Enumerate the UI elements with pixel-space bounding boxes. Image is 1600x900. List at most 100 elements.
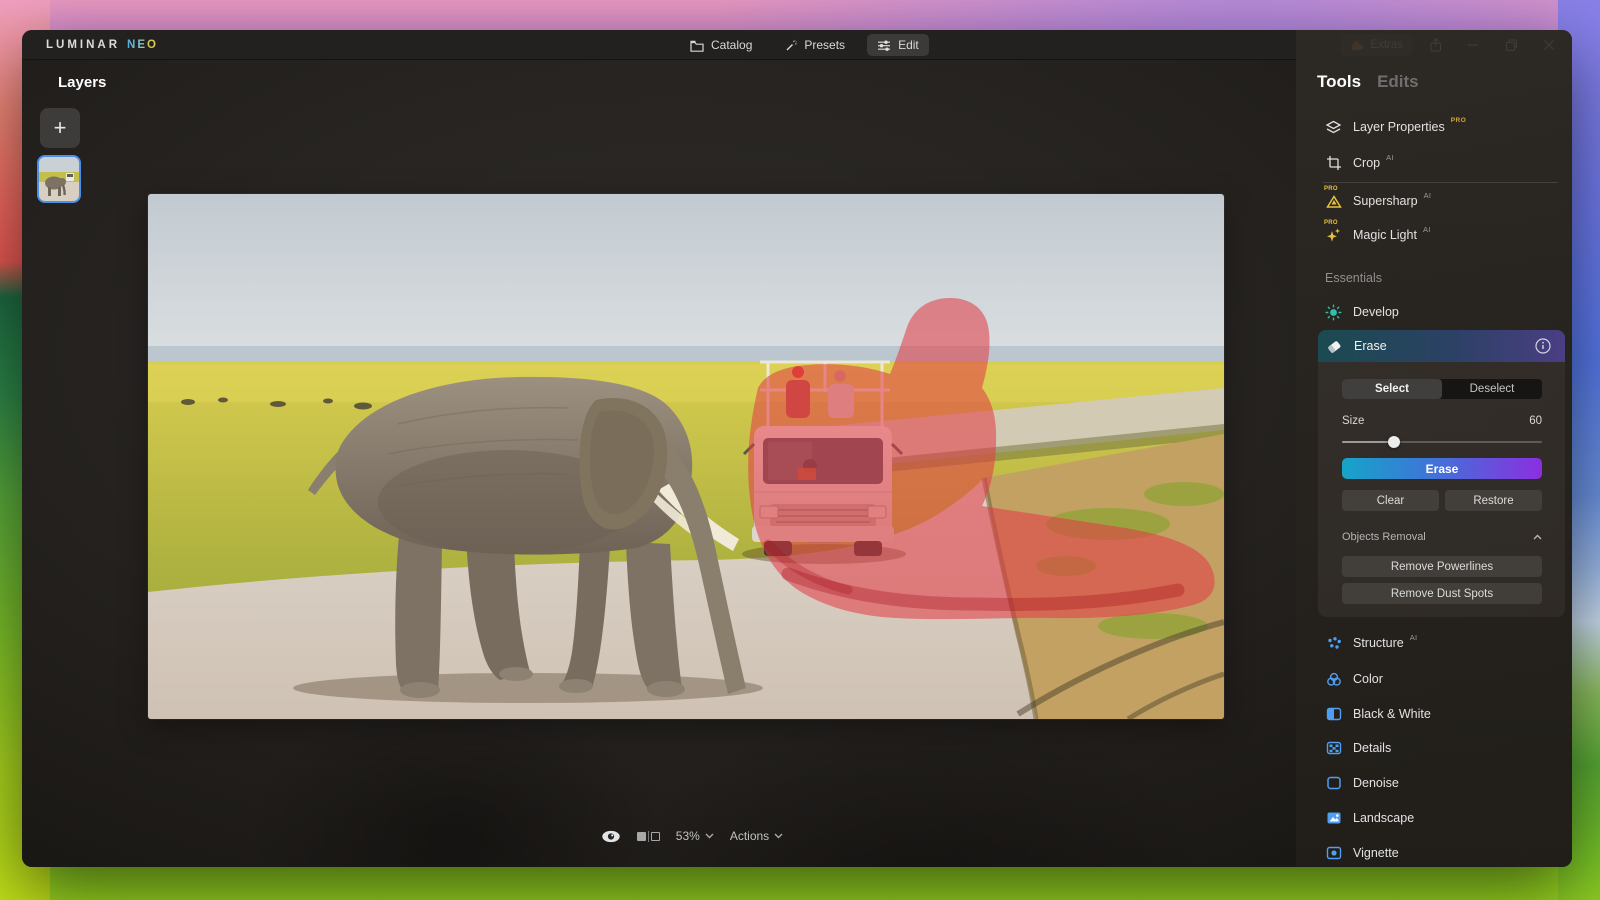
erase-tool-panel: Erase Select Deselect Size 60 Erase: [1318, 330, 1565, 617]
tab-label: Presets: [804, 38, 845, 52]
app-logo: LUMINAR NEO: [46, 39, 158, 51]
ai-superscript: AI: [1423, 225, 1431, 234]
sidebar-divider: [1323, 182, 1558, 183]
tab-label: Catalog: [711, 38, 752, 52]
compare-toggle[interactable]: [637, 831, 660, 842]
color-icon: [1325, 671, 1342, 688]
size-label: Size: [1342, 415, 1364, 427]
remove-dust-spots-label: Remove Dust Spots: [1391, 588, 1493, 600]
tab-edits[interactable]: Edits: [1377, 72, 1419, 92]
tab-edit[interactable]: Edit: [867, 34, 929, 56]
essentials-section-label: Essentials: [1325, 271, 1382, 285]
slider-handle[interactable]: [1388, 436, 1400, 448]
app-window: LUMINAR NEO Catalog Presets Edit: [22, 30, 1572, 867]
pro-mini-badge: PRO: [1324, 220, 1338, 226]
folder-icon: [690, 39, 704, 52]
sidebar-item-magic-light[interactable]: PRO Magic Light AI: [1325, 222, 1431, 248]
clear-restore-row: Clear Restore: [1342, 490, 1542, 511]
crop-icon: [1325, 155, 1342, 172]
actions-label: Actions: [730, 829, 769, 843]
develop-sun-icon: [1325, 304, 1342, 321]
sidebar-item-landscape[interactable]: Landscape: [1325, 805, 1414, 831]
sidebar-item-layer-properties[interactable]: Layer Properties PRO: [1325, 114, 1466, 140]
tool-label: Magic Light: [1353, 228, 1417, 242]
layers-icon: [1325, 119, 1342, 136]
layers-panel-title: Layers: [58, 74, 106, 91]
supersharp-icon: PRO: [1325, 193, 1342, 210]
restore-button[interactable]: Restore: [1445, 490, 1542, 511]
pro-mini-badge: PRO: [1324, 186, 1338, 192]
erase-button-label: Erase: [1426, 462, 1459, 476]
logo-text: LUMINAR: [46, 39, 120, 51]
tool-label: Landscape: [1353, 811, 1414, 825]
tool-label: Black & White: [1353, 707, 1431, 721]
tool-label: Vignette: [1353, 846, 1399, 860]
preview-toggle[interactable]: [601, 830, 621, 843]
sidebar-item-black-white[interactable]: Black & White: [1325, 701, 1431, 727]
sidebar-item-structure[interactable]: Structure AI: [1325, 630, 1417, 656]
remove-powerlines-button[interactable]: Remove Powerlines: [1342, 556, 1542, 577]
landscape-icon: [1325, 810, 1342, 827]
eraser-icon: [1325, 338, 1342, 355]
tool-label: Denoise: [1353, 776, 1399, 790]
chevron-down-icon: [774, 833, 783, 839]
chevron-down-icon: [705, 833, 714, 839]
tab-tools[interactable]: Tools: [1317, 72, 1361, 92]
ai-superscript: AI: [1410, 633, 1418, 642]
clear-label: Clear: [1377, 495, 1404, 507]
slider-fill: [1342, 441, 1394, 443]
erase-tool-header[interactable]: Erase: [1318, 330, 1565, 362]
compare-right-icon: [651, 832, 660, 841]
sidebar-item-color[interactable]: Color: [1325, 666, 1383, 692]
select-mode-button[interactable]: Select: [1342, 379, 1442, 399]
layer-thumbnail[interactable]: [37, 155, 81, 203]
compare-left-icon: [637, 832, 646, 841]
sidebar-item-develop[interactable]: Develop: [1325, 299, 1399, 325]
erase-title: Erase: [1354, 339, 1387, 353]
tool-label: Develop: [1353, 305, 1399, 319]
wand-icon: [784, 39, 797, 52]
ai-superscript: AI: [1424, 191, 1432, 200]
remove-powerlines-label: Remove Powerlines: [1391, 561, 1493, 573]
eye-icon: [601, 830, 621, 843]
sidebar-tabs: Tools Edits: [1317, 72, 1419, 92]
mask-mode-segmented: Select Deselect: [1342, 379, 1542, 399]
objects-removal-header[interactable]: Objects Removal: [1342, 531, 1542, 543]
tab-catalog[interactable]: Catalog: [680, 34, 762, 56]
ai-superscript: AI: [1386, 153, 1394, 162]
sidebar-item-denoise[interactable]: Denoise: [1325, 770, 1399, 796]
objects-removal-label: Objects Removal: [1342, 531, 1426, 543]
logo-suffix: NEO: [127, 39, 158, 51]
photo-canvas[interactable]: [148, 194, 1224, 719]
tool-label: Crop: [1353, 156, 1380, 170]
sidebar-item-crop[interactable]: Crop AI: [1325, 150, 1394, 176]
info-icon[interactable]: [1535, 338, 1551, 354]
add-layer-button[interactable]: +: [40, 108, 80, 148]
remove-dust-spots-button[interactable]: Remove Dust Spots: [1342, 583, 1542, 604]
plus-icon: +: [54, 115, 67, 141]
compare-divider-icon: [648, 831, 649, 842]
restore-label: Restore: [1473, 495, 1513, 507]
tab-presets[interactable]: Presets: [774, 34, 855, 56]
actions-dropdown[interactable]: Actions: [730, 829, 783, 843]
pro-badge: PRO: [1451, 117, 1467, 124]
zoom-value: 53%: [676, 829, 700, 843]
view-tabs: Catalog Presets Edit: [680, 34, 929, 56]
tools-sidebar: Tools Edits Layer Properties PRO Crop AI…: [1296, 30, 1572, 867]
sidebar-item-supersharp[interactable]: PRO Supersharp AI: [1325, 188, 1431, 214]
sidebar-item-details[interactable]: Details: [1325, 735, 1391, 761]
magic-light-icon: PRO: [1325, 227, 1342, 244]
sidebar-item-vignette[interactable]: Vignette: [1325, 840, 1399, 866]
brush-size-row: Size 60: [1342, 415, 1542, 427]
erase-apply-button[interactable]: Erase: [1342, 458, 1542, 479]
black-white-icon: [1325, 706, 1342, 723]
tool-label: Structure: [1353, 636, 1404, 650]
clear-button[interactable]: Clear: [1342, 490, 1439, 511]
chevron-up-icon: [1533, 534, 1542, 540]
vignette-icon: [1325, 845, 1342, 862]
tool-label: Layer Properties: [1353, 120, 1445, 134]
deselect-mode-button[interactable]: Deselect: [1442, 379, 1542, 399]
zoom-dropdown[interactable]: 53%: [676, 829, 714, 843]
brush-size-slider[interactable]: [1342, 436, 1542, 448]
denoise-icon: [1325, 775, 1342, 792]
